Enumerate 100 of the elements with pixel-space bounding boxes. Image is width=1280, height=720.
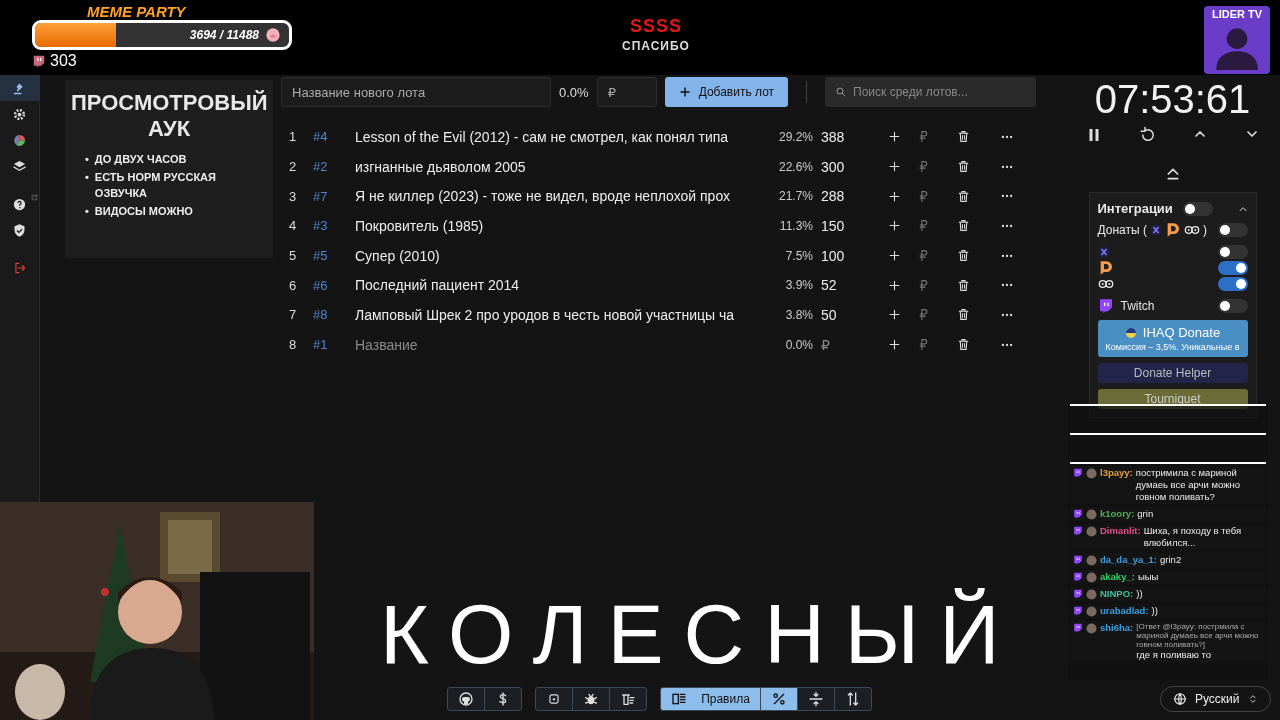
row-number: 7 xyxy=(289,307,298,323)
toolbar-button[interactable] xyxy=(484,687,523,711)
trash-list-icon xyxy=(620,691,637,707)
lot-name[interactable]: Супер (2010) xyxy=(355,247,771,264)
lot-id: #3 xyxy=(313,218,329,234)
row-number: 2 xyxy=(289,159,298,175)
donations-label-end: ) xyxy=(1202,223,1207,237)
add-amount-button[interactable] xyxy=(887,249,901,263)
add-amount-button[interactable] xyxy=(887,130,901,144)
add-amount-button[interactable] xyxy=(887,278,901,292)
trash-icon xyxy=(956,219,970,233)
lot-percent: 11.3% xyxy=(778,218,814,233)
lot-amount: 288 xyxy=(821,188,846,205)
twitch-badge-icon xyxy=(1073,555,1083,565)
delete-button[interactable] xyxy=(956,130,970,144)
lot-amount: 150 xyxy=(821,217,846,234)
row-number: 1 xyxy=(289,129,298,145)
goal-title: MEME PARTY xyxy=(87,4,186,19)
settings-icon xyxy=(12,106,27,122)
lot-percent: 3.9% xyxy=(784,278,814,293)
channel-name: LIDER TV xyxy=(1211,8,1263,20)
lot-name[interactable]: Последний пациент 2014 xyxy=(355,277,771,294)
lot-amount: 300 xyxy=(821,158,846,175)
lot-id: #8 xyxy=(313,307,329,323)
language-select[interactable]: Русский xyxy=(1160,686,1271,712)
lot-percent: 7.5% xyxy=(784,248,814,263)
toolbar-button[interactable] xyxy=(796,687,835,711)
lot-name-field[interactable]: Название нового лота xyxy=(281,77,551,107)
toggle-switch[interactable] xyxy=(1182,201,1213,216)
trash-icon xyxy=(956,130,970,144)
donate-helper-button[interactable]: Donate Helper xyxy=(1097,363,1248,383)
toolbar-button[interactable] xyxy=(833,687,872,711)
globe-icon xyxy=(1173,692,1187,706)
lot-name[interactable]: Покровитель (1985) xyxy=(355,217,771,234)
lot-name[interactable]: Lesson of the Evil (2012) - сам не смотрел, как понял типа xyxy=(355,128,771,145)
plus-icon xyxy=(678,86,691,98)
percent-text: 0.0% xyxy=(559,84,589,100)
avatar-icon xyxy=(1086,571,1097,583)
twitch-badge-icon xyxy=(1073,509,1083,519)
twitch-badge-icon xyxy=(1073,623,1083,633)
row-number: 6 xyxy=(289,277,298,293)
row-number: 4 xyxy=(289,218,298,234)
trash-icon xyxy=(956,338,970,352)
lot-id: #1 xyxy=(313,337,329,353)
delete-button[interactable] xyxy=(956,219,970,233)
lot-name[interactable]: Ламповый Шрек 2 про уродов в честь новой участницы ча xyxy=(355,306,771,323)
trash-icon xyxy=(956,308,970,322)
toggle-switch[interactable] xyxy=(1217,261,1248,275)
plus-icon xyxy=(887,338,901,352)
delete-button[interactable] xyxy=(956,338,970,352)
delete-button[interactable] xyxy=(956,189,970,203)
row-number: 3 xyxy=(289,188,298,204)
delete-button[interactable] xyxy=(956,308,970,322)
rules-button[interactable]: Правила xyxy=(660,687,761,711)
lot-name[interactable]: Я не киллер (2023) - тоже не видел, вроде неплохой прох xyxy=(355,188,771,205)
lot-percent: 21.7% xyxy=(777,189,814,204)
toolbar-button[interactable] xyxy=(572,687,611,711)
sidebar-item[interactable] xyxy=(0,75,40,101)
external-link-icon xyxy=(30,194,38,201)
toolbar-button[interactable] xyxy=(535,687,574,711)
lot-name-field[interactable]: Название xyxy=(355,336,555,353)
lot-percent: 29.2% xyxy=(777,129,814,144)
search-icon xyxy=(835,86,848,98)
avatar-icon xyxy=(1086,622,1097,634)
toggle-switch[interactable] xyxy=(1217,299,1248,313)
toolbar-button[interactable] xyxy=(759,687,798,711)
add-amount-button[interactable] xyxy=(887,219,901,233)
chat-username: k1oory: xyxy=(1100,508,1135,520)
delete-button[interactable] xyxy=(956,249,970,263)
layers-icon xyxy=(12,158,27,174)
trash-icon xyxy=(956,189,970,203)
chat-username: Dimanlit: xyxy=(1100,525,1141,537)
lot-name[interactable]: изгнанные дьяволом 2005 xyxy=(355,158,771,175)
add-amount-button[interactable] xyxy=(887,160,901,174)
toggle-switch[interactable] xyxy=(1217,277,1248,291)
add-lot-button[interactable]: Добавить лот xyxy=(664,77,789,107)
twitch-badge-icon xyxy=(1073,526,1083,536)
box-icon xyxy=(547,692,562,706)
toolbar-button[interactable] xyxy=(609,687,648,711)
add-amount-button[interactable] xyxy=(887,189,901,203)
pig-icon xyxy=(265,27,281,43)
search-field[interactable]: Поиск среди лотов... xyxy=(825,77,1037,107)
trash-icon xyxy=(956,160,970,174)
delete-button[interactable] xyxy=(956,160,970,174)
trash-icon xyxy=(956,278,970,292)
restart-button[interactable] xyxy=(1138,126,1157,144)
rule-item: ДО ДВУХ ЧАСОВ xyxy=(94,151,187,167)
toolbar-button[interactable] xyxy=(447,687,486,711)
row-number: 5 xyxy=(289,248,298,264)
chat-username: shi6ha: xyxy=(1100,622,1134,634)
add-amount-button[interactable] xyxy=(887,308,901,322)
chat-message: grin2 xyxy=(1160,554,1182,566)
add-amount-button[interactable] xyxy=(887,338,901,352)
toggle-switch[interactable] xyxy=(1217,245,1248,259)
delete-button[interactable] xyxy=(956,278,970,292)
chat-message: Шиха, я походу в тебя влюбился... xyxy=(1143,525,1243,549)
chat-username: da_da_ya_1: xyxy=(1100,554,1158,566)
amount-placeholder[interactable]: ₽ xyxy=(821,336,830,353)
toggle-switch[interactable] xyxy=(1217,223,1248,237)
amount-field[interactable]: ₽ xyxy=(596,77,657,107)
